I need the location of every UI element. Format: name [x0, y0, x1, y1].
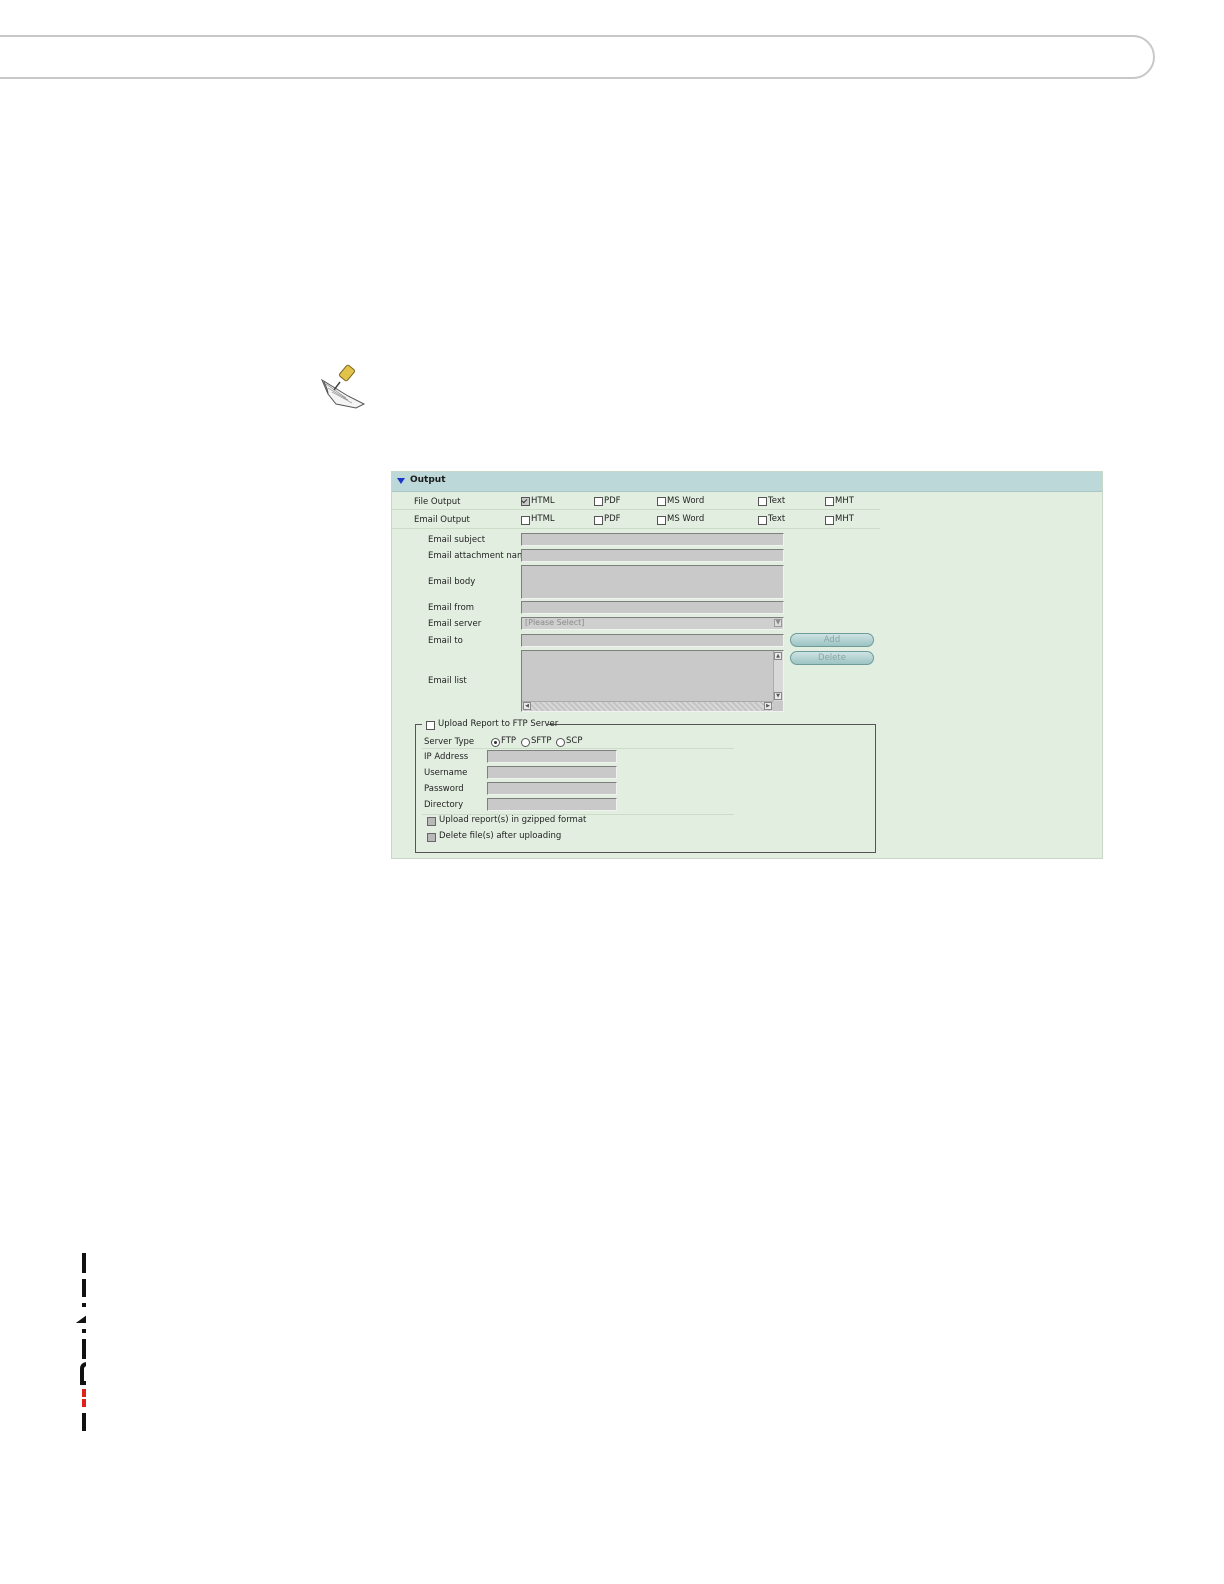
email-output-text-checkbox[interactable] — [758, 516, 767, 525]
email-server-label: Email server — [428, 619, 482, 629]
file-output-mht-label: MHT — [835, 496, 854, 506]
delete-after-upload-label: Delete file(s) after uploading — [439, 831, 562, 841]
email-output-msword-label: MS Word — [667, 514, 705, 524]
file-output-label: File Output — [414, 497, 461, 507]
ip-address-input[interactable] — [487, 750, 617, 763]
email-server-select[interactable]: [Please Select] ▼ — [521, 617, 784, 630]
email-output-mht-checkbox[interactable] — [825, 516, 834, 525]
file-output-text-label: Text — [768, 496, 786, 506]
row-divider — [392, 509, 880, 510]
server-type-ftp-label: FTP — [501, 736, 517, 746]
scroll-up-icon[interactable]: ▲ — [774, 652, 782, 660]
email-output-label: Email Output — [414, 515, 470, 525]
email-output-pdf-label: PDF — [604, 514, 621, 524]
email-subject-input[interactable] — [521, 533, 784, 546]
file-output-pdf-checkbox[interactable] — [594, 497, 603, 506]
email-from-label: Email from — [428, 603, 475, 613]
scroll-right-icon[interactable]: ▶ — [764, 702, 772, 710]
server-type-scp-label: SCP — [566, 736, 583, 746]
email-list-vertical-scrollbar[interactable]: ▲ ▼ — [773, 651, 783, 701]
server-type-scp-radio[interactable] — [556, 738, 565, 747]
email-output-msword-checkbox[interactable] — [657, 516, 666, 525]
email-server-value: [Please Select] — [525, 618, 585, 627]
upload-ftp-label: Upload Report to FTP Server — [438, 719, 559, 729]
output-panel-header[interactable]: Output — [392, 472, 1102, 492]
password-input[interactable] — [487, 782, 617, 795]
email-subject-label: Email subject — [428, 535, 486, 545]
page-header-bar — [0, 35, 1155, 79]
file-output-html-checkbox[interactable] — [521, 497, 530, 506]
file-output-msword-checkbox[interactable] — [657, 497, 666, 506]
email-to-input[interactable] — [521, 634, 784, 647]
file-output-pdf-label: PDF — [604, 496, 621, 506]
file-output-html-label: HTML — [531, 496, 555, 506]
email-output-mht-label: MHT — [835, 514, 854, 524]
server-type-label: Server Type — [424, 737, 475, 747]
scroll-down-icon[interactable]: ▼ — [774, 692, 782, 700]
email-from-input[interactable] — [521, 601, 784, 614]
add-button[interactable]: Add — [790, 633, 874, 647]
email-output-pdf-checkbox[interactable] — [594, 516, 603, 525]
scroll-left-icon[interactable]: ◀ — [523, 702, 531, 710]
email-list-box[interactable]: ▲ ▼ ◀ ▶ — [521, 650, 784, 712]
ip-address-label: IP Address — [424, 752, 469, 762]
username-input[interactable] — [487, 766, 617, 779]
row-divider — [422, 748, 734, 749]
file-output-mht-checkbox[interactable] — [825, 497, 834, 506]
email-attachment-input[interactable] — [521, 549, 784, 562]
file-output-text-checkbox[interactable] — [758, 497, 767, 506]
directory-label: Directory — [424, 800, 464, 810]
email-to-label: Email to — [428, 636, 463, 646]
server-type-ftp-radio[interactable] — [491, 738, 500, 747]
username-label: Username — [424, 768, 468, 778]
dropdown-arrow-icon[interactable]: ▼ — [774, 619, 782, 627]
server-type-sftp-radio[interactable] — [521, 738, 530, 747]
delete-button[interactable]: Delete — [790, 651, 874, 665]
note-pushpin-icon — [320, 364, 366, 409]
email-attachment-label: Email attachment name — [428, 551, 531, 561]
server-type-sftp-label: SFTP — [531, 736, 552, 746]
email-output-text-label: Text — [768, 514, 786, 524]
collapse-triangle-icon[interactable] — [397, 478, 405, 484]
email-output-html-label: HTML — [531, 514, 555, 524]
email-output-html-checkbox[interactable] — [521, 516, 530, 525]
panel-title: Output — [410, 475, 446, 485]
output-panel: Output File Output HTML PDF MS Word Text… — [391, 471, 1103, 859]
email-list-label: Email list — [428, 676, 467, 686]
file-output-msword-label: MS Word — [667, 496, 705, 506]
email-list-horizontal-scrollbar[interactable]: ◀ ▶ — [522, 701, 773, 711]
fortinet-logo — [75, 1253, 86, 1431]
row-divider — [392, 528, 880, 529]
gzip-checkbox[interactable] — [427, 817, 436, 826]
password-label: Password — [424, 784, 464, 794]
upload-ftp-checkbox[interactable] — [426, 721, 435, 730]
email-body-label: Email body — [428, 577, 476, 587]
delete-after-upload-checkbox[interactable] — [427, 833, 436, 842]
gzip-label: Upload report(s) in gzipped format — [439, 815, 587, 825]
email-body-textarea[interactable] — [521, 565, 784, 599]
directory-input[interactable] — [487, 798, 617, 811]
